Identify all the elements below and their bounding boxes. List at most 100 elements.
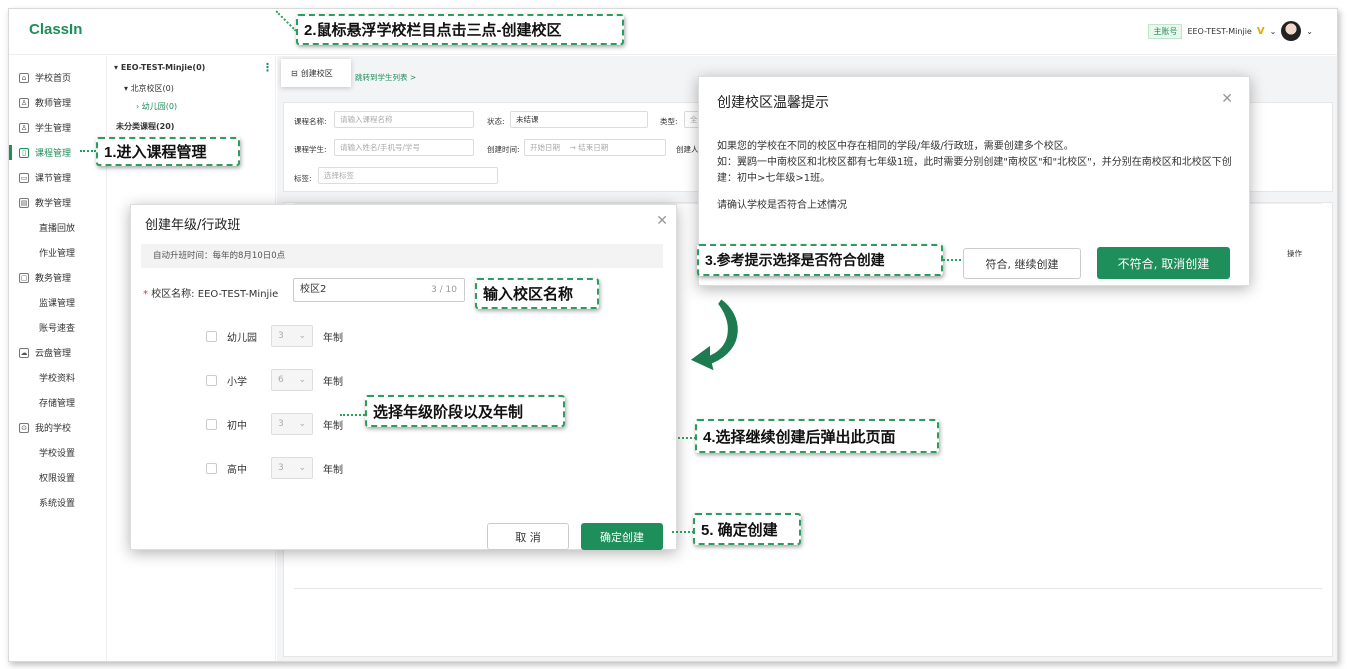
- school-name: EEO-TEST-Minjie: [197, 289, 279, 300]
- curved-arrow-icon: [687, 296, 740, 374]
- tag-select[interactable]: 选择标签: [318, 167, 498, 184]
- status-select[interactable]: 未结课: [510, 111, 648, 128]
- years-select[interactable]: 3 ⌄: [271, 457, 313, 479]
- stage-name: 小学: [227, 376, 247, 388]
- avatar[interactable]: [1281, 21, 1302, 41]
- sidebar-item-label: 我的学校: [35, 424, 72, 434]
- start-date: 开始日期: [530, 143, 560, 152]
- chevron-down-icon: ⌄: [298, 419, 306, 429]
- confirm-create-button[interactable]: 确定创建: [581, 523, 663, 550]
- user-icon: ♙: [19, 97, 29, 108]
- sidebar-item-label: 学生管理: [35, 124, 72, 134]
- auto-promote-note: 自动升班时间：每年的8月10日0点: [141, 244, 663, 268]
- sidebar-item-1[interactable]: ♙ 教师管理: [9, 90, 106, 115]
- sidebar-item-label: 学校首页: [35, 74, 72, 84]
- school-icon: ⊙: [19, 422, 29, 433]
- sidebar-item-label: 权限设置: [39, 474, 76, 484]
- sidebar-item-label: 监课管理: [39, 299, 76, 309]
- dialog-body-line-2: 如：翼鸥一中南校区和北校区都有七年级1班，此时需要分别创建"南校区"和"北校区"…: [717, 157, 1232, 184]
- stage-checkbox[interactable]: [206, 418, 217, 430]
- date-range-input[interactable]: 开始日期 → 结束日期: [524, 139, 666, 156]
- sidebar-item-16[interactable]: 权限设置: [9, 465, 106, 490]
- affairs-icon: ▢: [19, 272, 29, 283]
- stage-checkbox[interactable]: [206, 330, 217, 342]
- continue-create-button[interactable]: 符合, 继续创建: [963, 248, 1081, 279]
- dialog-body-line-3: 请确认学校是否符合上述情况: [717, 200, 847, 211]
- sidebar-item-8[interactable]: ▢ 教务管理: [9, 265, 106, 290]
- chevron-down-icon[interactable]: ⌄: [1270, 27, 1277, 36]
- campus-name-input[interactable]: 校区2 3 / 10: [293, 278, 465, 302]
- top-bar: ClassIn 主账号 EEO-TEST-Minjie V ⌄ ⌄: [9, 9, 1337, 55]
- years-value: 3: [278, 419, 284, 429]
- chevron-down-icon[interactable]: ⌄: [1306, 27, 1313, 36]
- sidebar-item-5[interactable]: ▤ 教学管理: [9, 190, 106, 215]
- callout-connector: [678, 437, 696, 439]
- create-time-label: 创建时间:: [487, 145, 520, 154]
- status-value: 未结课: [516, 115, 539, 124]
- tag-label: 标签:: [294, 174, 312, 183]
- close-icon[interactable]: ✕: [656, 213, 668, 229]
- student-list-link[interactable]: 跳转到学生列表 >: [355, 72, 416, 83]
- sidebar-item-13[interactable]: 存储管理: [9, 390, 106, 415]
- callout-step-1: 1.进入课程管理: [96, 137, 240, 166]
- cancel-button[interactable]: 取 消: [487, 523, 569, 550]
- more-dots-icon[interactable]: ⋮: [262, 61, 273, 74]
- cancel-create-button[interactable]: 不符合, 取消创建: [1097, 247, 1230, 279]
- account-area[interactable]: 主账号 EEO-TEST-Minjie V ⌄ ⌄: [1148, 21, 1313, 41]
- home-icon: ⌂: [19, 72, 29, 83]
- sidebar-item-label: 作业管理: [39, 249, 76, 259]
- sidebar-item-label: 学校资料: [39, 374, 76, 384]
- callout-step-3: 3.参考提示选择是否符合创建: [697, 244, 943, 276]
- years-select[interactable]: 3 ⌄: [271, 325, 313, 347]
- course-student-input[interactable]: 请输入姓名/手机号/学号: [334, 139, 474, 156]
- course-icon: ▯: [19, 147, 29, 158]
- sidebar-item-2[interactable]: ♙ 学生管理: [9, 115, 106, 140]
- campus-name-value: 校区2: [300, 284, 327, 295]
- dialog-title: 创建校区温馨提示: [717, 95, 829, 111]
- sidebar-item-4[interactable]: ▭ 课节管理: [9, 165, 106, 190]
- teaching-icon: ▤: [19, 197, 29, 208]
- sidebar-item-3[interactable]: ▯ 课程管理: [9, 140, 106, 165]
- sidebar-item-17[interactable]: 系统设置: [9, 490, 106, 515]
- close-icon[interactable]: ✕: [1221, 91, 1233, 107]
- stage-checkbox[interactable]: [206, 462, 217, 474]
- sidebar-item-11[interactable]: ☁ 云盘管理: [9, 340, 106, 365]
- sidebar-item-10[interactable]: 账号速查: [9, 315, 106, 340]
- create-campus-label: 创建校区: [300, 68, 333, 78]
- sidebar-item-12[interactable]: 学校资料: [9, 365, 106, 390]
- stage-checkbox[interactable]: [206, 374, 217, 386]
- years-select[interactable]: 3 ⌄: [271, 413, 313, 435]
- sidebar-item-9[interactable]: 监课管理: [9, 290, 106, 315]
- sidebar-item-15[interactable]: 学校设置: [9, 440, 106, 465]
- tree-kindergarten[interactable]: › 幼儿园(0): [136, 101, 177, 112]
- course-student-label: 课程学生:: [294, 145, 327, 154]
- campus-label-text: 校区名称:: [151, 289, 195, 300]
- years-value: 3: [278, 331, 284, 341]
- years-suffix: 年制: [323, 420, 343, 432]
- main-account-badge: 主账号: [1148, 23, 1183, 39]
- tree-uncategorized[interactable]: 未分类课程(20): [116, 121, 174, 132]
- years-suffix: 年制: [323, 332, 343, 344]
- sidebar-item-label: 账号速查: [39, 324, 76, 334]
- course-name-input[interactable]: 请输入课程名称: [334, 111, 474, 128]
- sidebar-item-label: 直播回放: [39, 224, 76, 234]
- op-column-header: 操作: [1287, 249, 1302, 258]
- years-select[interactable]: 6 ⌄: [271, 369, 313, 391]
- chevron-down-icon: ⌄: [298, 463, 306, 473]
- sidebar-item-6[interactable]: 直播回放: [9, 215, 106, 240]
- vip-icon: V: [1256, 25, 1265, 37]
- tree-root[interactable]: ▾ EEO-TEST-Minjie(0): [114, 63, 205, 72]
- tree-campus[interactable]: ▾ 北京校区(0): [124, 83, 174, 94]
- sidebar-item-label: 课节管理: [35, 174, 72, 184]
- callout-step-4: 4.选择继续创建后弹出此页面: [695, 419, 939, 453]
- sidebar-item-0[interactable]: ⌂ 学校首页: [9, 65, 106, 90]
- sidebar-item-14[interactable]: ⊙ 我的学校: [9, 415, 106, 440]
- sidebar-item-7[interactable]: 作业管理: [9, 240, 106, 265]
- callout-grade-stage: 选择年级阶段以及年制: [365, 395, 565, 427]
- campus-name-label: * 校区名称: EEO-TEST-Minjie: [143, 285, 278, 300]
- course-name-label: 课程名称:: [294, 117, 327, 126]
- dialog-body-line-1: 如果您的学校在不同的校区中存在相同的学段/年级/行政班，需要创建多个校区。: [717, 141, 1074, 152]
- callout-connector: [340, 414, 365, 416]
- create-campus-menu-item[interactable]: ⊟ 创建校区: [281, 59, 351, 87]
- account-name: EEO-TEST-Minjie: [1187, 26, 1252, 36]
